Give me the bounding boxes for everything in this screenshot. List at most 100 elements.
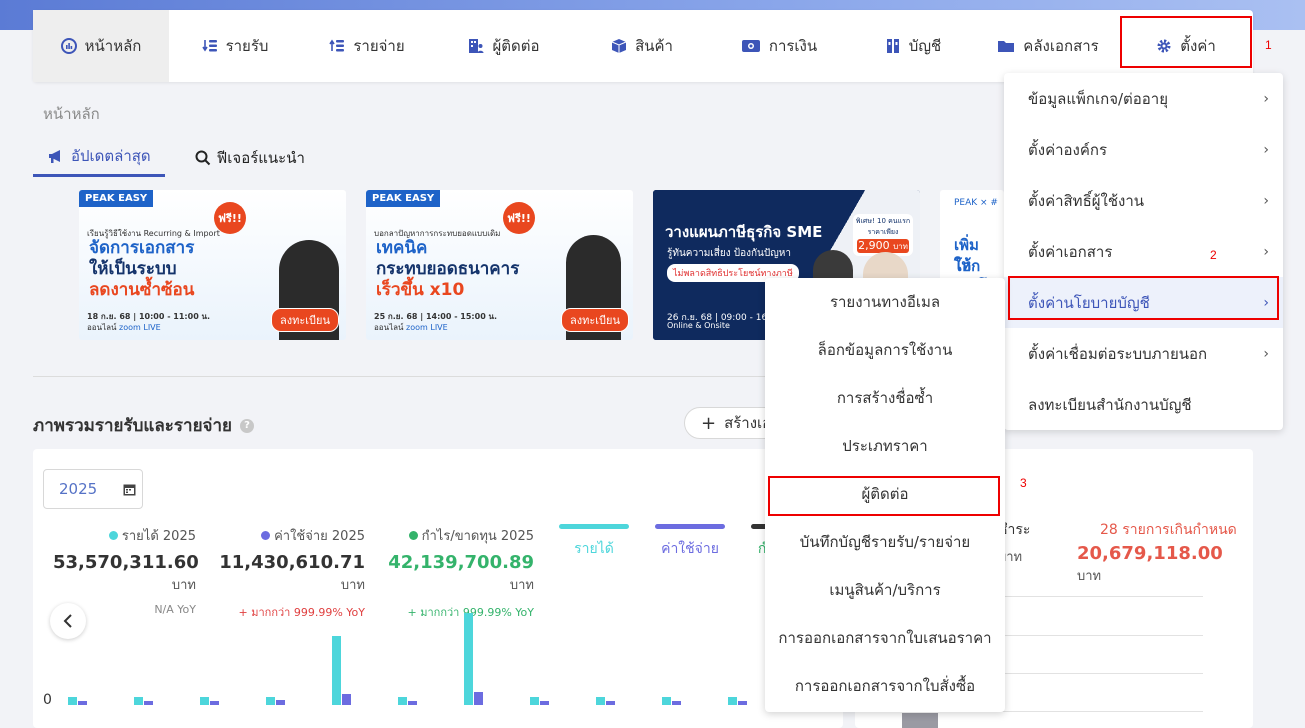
menu-register-firm[interactable]: ลงทะเบียนสำนักงานบัญชี (1004, 379, 1283, 430)
legend-income[interactable]: รายได้ (559, 524, 629, 560)
receivable-bar (902, 713, 938, 728)
menu-integrations[interactable]: ตั้งค่าเชื่อมต่อระบบภายนอก › (1004, 328, 1283, 379)
banner-subtitle: รู้ทันความเสี่ยง ป้องกันปัญหา (667, 248, 791, 259)
dashboard-icon (60, 38, 77, 54)
chart-bar-expense-10[interactable] (672, 701, 681, 705)
search-icon (195, 150, 210, 165)
help-icon[interactable]: ? (240, 418, 255, 433)
banner-line-3: ลดงานซ้ำซ้อน (89, 280, 195, 300)
chart-bar-income-5[interactable] (332, 636, 341, 705)
banner-recurring-webinar[interactable]: PEAK EASY ฟรี!! เรียนรู้วิธีใช้งาน Recur… (79, 190, 346, 340)
nav-contacts[interactable]: ผู้ติดต่อ (433, 10, 575, 82)
submenu-products-services[interactable]: เมนูสินค้า/บริการ (765, 566, 1005, 614)
highlight-contacts (768, 476, 1000, 516)
banner-place: Online & Onsite (667, 321, 730, 330)
chart-bar-income-7[interactable] (464, 613, 473, 705)
submenu-activity-log[interactable]: ล็อกข้อมูลการใช้งาน (765, 326, 1005, 374)
chart-bar-income-9[interactable] (596, 697, 605, 705)
chart-bar-expense-5[interactable] (342, 693, 351, 705)
chart-bar-income-10[interactable] (662, 697, 671, 705)
legend-expense[interactable]: ค่าใช้จ่าย (655, 524, 725, 560)
nav-finance[interactable]: การเงิน (709, 10, 849, 82)
overview-title: ภาพรวมรายรับและรายจ่าย ? (33, 412, 255, 439)
nav-income-label: รายรับ (225, 37, 269, 55)
submenu-price-types[interactable]: ประเภทราคา (765, 422, 1005, 470)
banner-tag: PEAK EASY (79, 190, 154, 207)
nav-expense-label: รายจ่าย (353, 37, 405, 55)
chevron-right-icon: › (1263, 192, 1269, 209)
profit-stat: กำไร/ขาดทุน 2025 42,139,700.89 บาท + มาก… (373, 525, 534, 621)
overdue-count[interactable]: 28 รายการเกินกำหนด (1100, 519, 1237, 541)
submenu-email-report[interactable]: รายงานทางอีเมล (765, 278, 1005, 326)
gridline (1000, 711, 1203, 712)
main-nav: หน้าหลัก รายรับ รายจ่าย ผู้ติดต่อ สินค้า… (33, 10, 1253, 82)
menu-package[interactable]: ข้อมูลแพ็กเกจ/ต่ออายุ › (1004, 73, 1283, 124)
banner-online: ออนไลน์ zoom LIVE (374, 323, 448, 332)
banner-tag: PEAK EASY (366, 190, 441, 207)
chart-bar-expense-11[interactable] (738, 701, 747, 705)
settings-menu: ข้อมูลแพ็กเกจ/ต่ออายุ › ตั้งค่าองค์กร › ตั… (1004, 73, 1283, 430)
ledger-icon (886, 39, 899, 53)
gridline (1000, 635, 1203, 636)
banner-line-1: เทคนิค (376, 238, 428, 258)
nav-documents-label: คลังเอกสาร (1023, 37, 1099, 55)
submenu-income-expense-journal[interactable]: บันทึกบัญชีรายรับ/รายจ่าย (765, 518, 1005, 566)
chart-bar-expense-7[interactable] (474, 691, 483, 705)
nav-products-label: สินค้า (635, 37, 673, 55)
register-button[interactable]: ลงทะเบียน (271, 308, 339, 332)
banner-bank-reconcile-webinar[interactable]: PEAK EASY ฟรี!! บอกลาปัญหาการกระทบยอดแบบ… (366, 190, 633, 340)
income-expense-chart (63, 609, 833, 705)
chart-bar-income-4[interactable] (266, 697, 275, 705)
chart-bar-expense-8[interactable] (540, 701, 549, 705)
chevron-right-icon: › (1263, 141, 1269, 158)
submenu-from-purchase-order[interactable]: การออกเอกสารจากใบสั่งซื้อ (765, 662, 1005, 710)
nav-products[interactable]: สินค้า (575, 10, 709, 82)
nav-income[interactable]: รายรับ (169, 10, 301, 82)
chart-bar-income-2[interactable] (134, 697, 143, 705)
nav-expense[interactable]: รายจ่าย (301, 10, 433, 82)
nav-home[interactable]: หน้าหลัก (33, 10, 169, 82)
annotation-3: 3 (1020, 476, 1027, 490)
tab-features[interactable]: ฟีเจอร์แนะนำ (181, 140, 319, 177)
banner-title: วางแผนภาษีธุรกิจ SME (665, 223, 823, 241)
megaphone-icon (49, 150, 60, 163)
submenu-duplicate-names[interactable]: การสร้างชื่อซ้ำ (765, 374, 1005, 422)
chart-bar-income-1[interactable] (68, 697, 77, 705)
menu-organization[interactable]: ตั้งค่าองค์กร › (1004, 124, 1283, 175)
chart-bar-expense-2[interactable] (144, 701, 153, 705)
chart-bar-income-8[interactable] (530, 697, 539, 705)
gridline (1000, 673, 1203, 674)
chart-bar-expense-1[interactable] (78, 701, 87, 705)
chart-bar-expense-6[interactable] (408, 701, 417, 705)
chart-bar-expense-4[interactable] (276, 699, 285, 705)
income-stat: รายได้ 2025 53,570,311.60 บาท N/A YoY (53, 529, 199, 616)
expense-icon (329, 39, 345, 52)
chart-bar-income-6[interactable] (398, 697, 407, 705)
income-value: 53,570,311.60 (53, 552, 199, 573)
box-icon (611, 39, 627, 53)
submenu-from-quotation[interactable]: การออกเอกสารจากใบเสนอราคา (765, 614, 1005, 662)
nav-accounting[interactable]: บัญชี (849, 10, 977, 82)
menu-documents[interactable]: ตั้งค่าเอกสาร › (1004, 226, 1283, 277)
expense-stat: ค่าใช้จ่าย 2025 11,430,610.71 บาท + มากก… (208, 525, 365, 621)
calendar-icon (123, 484, 136, 495)
chart-bar-expense-9[interactable] (606, 701, 615, 705)
chart-bar-income-11[interactable] (728, 697, 737, 705)
income-icon (201, 40, 217, 52)
nav-documents[interactable]: คลังเอกสาร (977, 10, 1119, 82)
tab-updates-label: อัปเดตล่าสุด (71, 147, 151, 165)
overdue-value: 20,679,118.00 บาท (1077, 543, 1223, 584)
tab-updates[interactable]: อัปเดตล่าสุด (33, 140, 165, 177)
register-button[interactable]: ลงทะเบียน (561, 308, 629, 332)
highlight-settings (1120, 16, 1252, 68)
profit-dot (408, 531, 418, 540)
nav-home-label: หน้าหลัก (84, 37, 142, 55)
profit-value: 42,139,700.89 (388, 552, 534, 573)
year-value: 2025 (59, 480, 98, 498)
year-picker[interactable]: 2025 (43, 469, 143, 509)
chart-bar-expense-3[interactable] (210, 701, 219, 705)
menu-user-permissions[interactable]: ตั้งค่าสิทธิ์ผู้ใช้งาน › (1004, 175, 1283, 226)
chart-bar-income-3[interactable] (200, 697, 209, 705)
plus-icon: + (701, 412, 717, 434)
free-badge: ฟรี!! (503, 202, 535, 234)
